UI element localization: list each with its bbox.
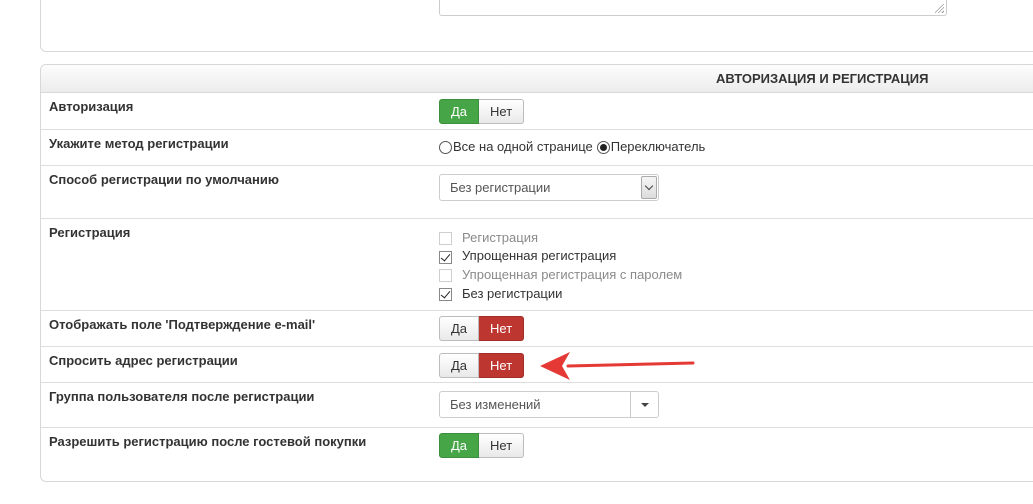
registration-checkboxes: Регистрация Упрощенная регистрация Упрощ… [439,228,682,302]
row-user-group: Группа пользователя после регистрации Бе… [41,383,1033,428]
checkbox-no-registration[interactable] [439,288,452,302]
row-guest-registration: Разрешить регистрацию после гостевой пок… [41,428,1033,481]
row-registration-method: Укажите метод регистрации Все на одной с… [41,130,1033,166]
row-authorization: Авторизация Да Нет [41,93,1033,130]
checkbox-simplified-registration[interactable] [439,250,452,264]
radio-all-on-one-page[interactable] [439,141,452,154]
previous-textarea[interactable] [439,0,947,16]
default-reg-select[interactable]: Без регистрации [439,174,659,201]
checkbox-no-registration-label: Без регистрации [462,285,563,301]
checkbox-simplified-registration-label: Упрощенная регистрация [462,248,617,264]
reg-method-label: Укажите метод регистрации [49,136,229,151]
ask-address-label: Спросить адрес регистрации [49,353,238,368]
authorization-yes-button[interactable]: Да [439,99,480,124]
authorization-label: Авторизация [49,99,134,114]
chevron-down-icon[interactable] [641,176,657,199]
guest-reg-toggle: Да Нет [439,433,525,458]
checkbox-item: Упрощенная регистрация с паролем [439,265,682,284]
user-group-value: Без изменений [450,397,541,412]
checkbox-simplified-with-password-label: Упрощенная регистрация с паролем [462,266,683,282]
confirm-email-label: Отображать поле 'Подтверждение e-mail' [49,317,316,332]
user-group-select[interactable]: Без изменений [439,391,659,418]
row-ask-address: Спросить адрес регистрации Да Нет [41,347,1033,383]
row-default-registration: Способ регистрации по умолчанию Без реги… [41,166,1033,219]
radio-switcher[interactable] [596,141,610,154]
checkbox-registration[interactable] [439,232,452,246]
confirm-email-toggle: Да Нет [439,316,525,341]
checkbox-simplified-with-password[interactable] [439,269,452,283]
previous-settings-panel [40,0,1033,52]
guest-reg-no-button[interactable]: Нет [479,433,525,458]
guest-reg-label: Разрешить регистрацию после гостевой пок… [49,434,367,449]
default-reg-label: Способ регистрации по умолчанию [49,172,279,187]
red-arrow-icon [540,352,695,380]
panel-title: АВТОРИЗАЦИЯ И РЕГИСТРАЦИЯ [716,71,929,86]
radio-all-on-one-page-label[interactable]: Все на одной странице [453,139,593,154]
panel-header: АВТОРИЗАЦИЯ И РЕГИСТРАЦИЯ [41,65,1033,93]
default-reg-value: Без регистрации [450,180,551,195]
checkbox-item: Регистрация [439,228,682,247]
ask-address-toggle: Да Нет [439,353,525,378]
registration-label: Регистрация [49,225,131,240]
ask-address-yes-button[interactable]: Да [439,353,480,378]
authorization-toggle: Да Нет [439,99,525,124]
resize-grip-icon[interactable] [935,4,944,13]
caret-down-icon[interactable] [630,392,658,417]
reg-method-radios: Все на одной странице Переключатель [439,139,709,154]
checkbox-registration-label: Регистрация [462,229,538,245]
ask-address-no-button[interactable]: Нет [479,353,525,378]
auth-registration-panel: АВТОРИЗАЦИЯ И РЕГИСТРАЦИЯ Авторизация Да… [40,64,1033,482]
guest-reg-yes-button[interactable]: Да [439,433,480,458]
radio-switcher-label[interactable]: Переключатель [611,139,706,154]
checkbox-item: Упрощенная регистрация [439,247,682,266]
authorization-no-button[interactable]: Нет [479,99,525,124]
checkbox-item: Без регистрации [439,284,682,303]
row-registration: Регистрация Регистрация Упрощенная регис… [41,219,1033,311]
confirm-email-yes-button[interactable]: Да [439,316,480,341]
user-group-label: Группа пользователя после регистрации [49,389,315,404]
row-confirm-email: Отображать поле 'Подтверждение e-mail' Д… [41,311,1033,347]
confirm-email-no-button[interactable]: Нет [479,316,525,341]
